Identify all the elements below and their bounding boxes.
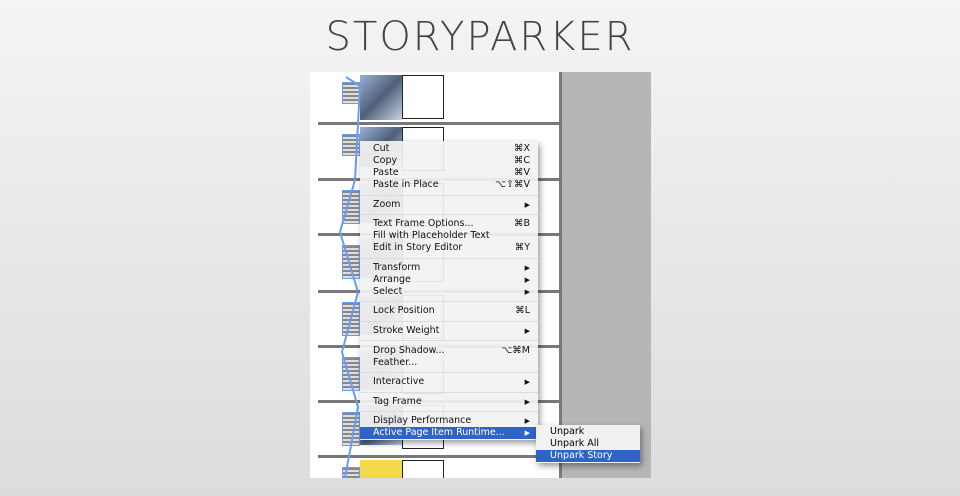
menu-item-copy[interactable]: Copy ⌘C xyxy=(360,155,538,167)
menu-item-zoom[interactable]: Zoom ▶ xyxy=(360,199,538,211)
menu-item-unpark-all-parked[interactable]: Unpark All Parked xyxy=(536,438,640,461)
menu-item-tag-frame[interactable]: Tag Frame ▶ xyxy=(360,396,538,408)
menu-item-label: Arrange xyxy=(373,273,411,285)
menu-separator xyxy=(360,211,538,219)
menu-item-label: Edit in Story Editor xyxy=(373,242,463,254)
submenu-arrow-icon: ▶ xyxy=(524,397,530,406)
shortcut-label: ⌘B xyxy=(513,218,530,230)
menu-separator xyxy=(360,254,538,262)
menu-separator xyxy=(360,298,538,306)
menu-separator xyxy=(360,337,538,345)
menu-item-display-performance[interactable]: Display Performance ▶ xyxy=(360,415,538,427)
menu-item-label: Lock Position xyxy=(373,305,435,317)
shortcut-label: ⌥⌘M xyxy=(501,344,530,356)
menu-item-select[interactable]: Select ▶ xyxy=(360,286,538,298)
shortcut-label: ⌘X xyxy=(513,143,530,154)
menu-separator xyxy=(360,369,538,377)
submenu-arrow-icon: ▶ xyxy=(524,287,530,296)
menu-item-label: Cut xyxy=(373,143,390,154)
menu-item-label: Active Page Item Runtime... xyxy=(373,427,505,439)
submenu-arrow-icon: ▶ xyxy=(524,200,530,209)
context-menu: Cut ⌘X Copy ⌘C Paste ⌘V Paste in Place ⌥⇧⌘V Zoom… xyxy=(360,141,538,440)
shortcut-label: ⌘V xyxy=(514,167,530,178)
menu-item-label: Transform xyxy=(373,261,421,273)
menu-item-arrange[interactable]: Arrange ▶ xyxy=(360,274,538,286)
menu-item-label: Paste in Place xyxy=(373,179,439,190)
menu-item-feather[interactable]: Feather... xyxy=(360,357,538,369)
menu-item-stroke-weight[interactable]: Stroke Weight ▶ xyxy=(360,325,538,337)
menu-item-label: Zoom xyxy=(373,198,401,210)
menu-item-label: Stroke Weight xyxy=(373,324,440,336)
menu-item-drop-shadow[interactable]: Drop Shadow... ⌥⌘M xyxy=(360,345,538,357)
menu-item-label: Copy xyxy=(373,155,398,166)
submenu-arrow-icon: ▶ xyxy=(524,417,530,426)
menu-item-label: Tag Frame xyxy=(373,395,422,407)
shortcut-label: ⌘C xyxy=(513,155,530,166)
menu-item-fill-with-placeholder-text[interactable]: Fill with Placeholder Text xyxy=(360,230,538,242)
menu-item-label: Unpark Story xyxy=(550,450,613,461)
submenu-active-page-item-runtime: UnparkUnpark All ParkedUnpark Story xyxy=(536,425,640,463)
menu-item-label: Drop Shadow... xyxy=(373,344,445,356)
menu-item-active-page-item-runtime[interactable]: Active Page Item Runtime... ▶ xyxy=(360,427,538,440)
page-title: STORYPARKER xyxy=(325,14,635,60)
menu-item-text-frame-options[interactable]: Text Frame Options... ⌘B xyxy=(360,218,538,230)
menu-separator xyxy=(360,317,538,325)
shortcut-label: ⌘L xyxy=(515,305,530,317)
menu-item-paste[interactable]: Paste ⌘V xyxy=(360,167,538,179)
menu-item-paste-in-place[interactable]: Paste in Place ⌥⇧⌘V xyxy=(360,179,538,191)
submenu-arrow-icon: ▶ xyxy=(524,263,530,272)
menu-item-label: Paste xyxy=(373,167,399,178)
menu-item-label: Text Frame Options... xyxy=(373,218,474,230)
menu-item-transform[interactable]: Transform ▶ xyxy=(360,262,538,274)
menu-item-label: Select xyxy=(373,285,403,297)
shortcut-label: ⌥⇧⌘V xyxy=(495,179,530,190)
submenu-arrow-icon: ▶ xyxy=(524,326,530,335)
menu-item-label: Fill with Placeholder Text xyxy=(373,230,490,242)
menu-item-label: Unpark All Parked xyxy=(550,438,600,461)
menu-item-label: Display Performance xyxy=(373,415,472,427)
menu-item-interactive[interactable]: Interactive ▶ xyxy=(360,376,538,388)
menu-item-unpark[interactable]: Unpark xyxy=(536,426,640,438)
menu-separator xyxy=(360,408,538,416)
menu-separator xyxy=(360,388,538,396)
menu-item-lock-position[interactable]: Lock Position ⌘L xyxy=(360,305,538,317)
menu-separator xyxy=(360,191,538,199)
menu-item-cut[interactable]: Cut ⌘X xyxy=(360,143,538,155)
menu-item-edit-in-story-editor[interactable]: Edit in Story Editor ⌘Y xyxy=(360,242,538,254)
shortcut-label: ⌘Y xyxy=(514,242,530,254)
menu-item-label: Unpark xyxy=(550,426,585,437)
submenu-arrow-icon: ▶ xyxy=(524,429,530,438)
submenu-arrow-icon: ▶ xyxy=(524,275,530,284)
menu-item-unpark-story[interactable]: Unpark Story xyxy=(536,450,640,462)
menu-item-label: Interactive xyxy=(373,376,425,388)
submenu-arrow-icon: ▶ xyxy=(524,378,530,387)
menu-item-label: Feather... xyxy=(373,356,418,368)
